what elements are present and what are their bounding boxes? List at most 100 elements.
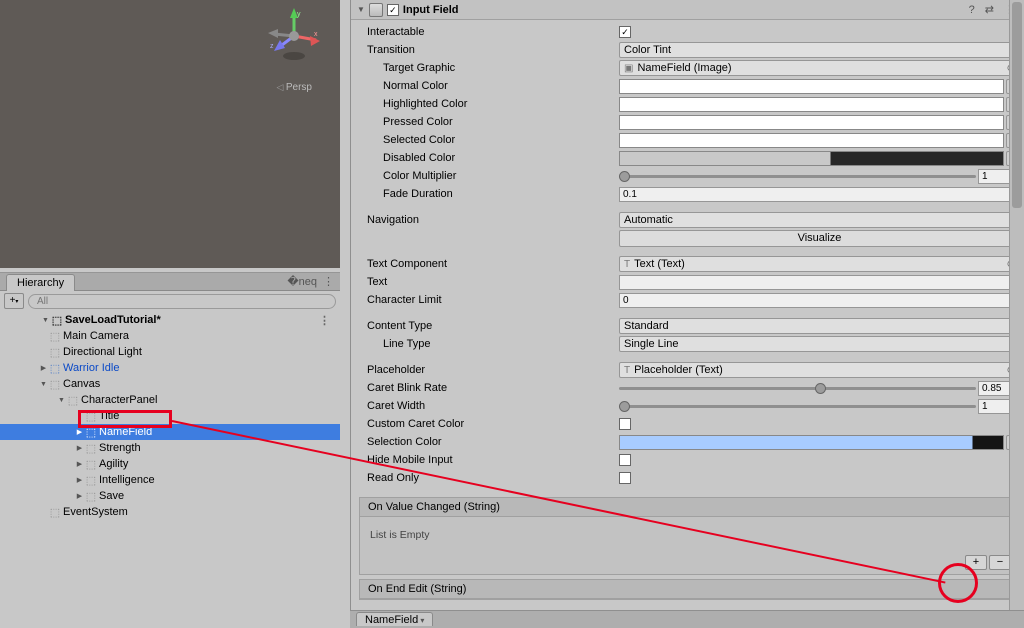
hierarchy-item-main-camera[interactable]: ⬚Main Camera	[0, 328, 340, 344]
cube-icon: ⬚	[49, 506, 61, 519]
char-limit-field[interactable]	[619, 293, 1020, 308]
selection-color-swatch[interactable]	[619, 435, 1004, 450]
scene-icon: ⬚	[51, 314, 63, 327]
label-transition: Transition	[359, 44, 619, 56]
text-field[interactable]	[619, 275, 1020, 290]
disabled-color-swatch[interactable]	[619, 151, 1004, 166]
label-text: Text	[359, 276, 619, 288]
cube-icon: ⬚	[85, 490, 97, 503]
bottom-tabbar: NameField	[350, 610, 1024, 628]
custom-caret-checkbox[interactable]	[619, 418, 631, 430]
component-header[interactable]: ▼ ✓ Input Field ? ⇄ ⋮	[351, 0, 1024, 20]
placeholder-field[interactable]: TPlaceholder (Text)⊙	[619, 362, 1020, 378]
hierarchy-item-eventsystem[interactable]: ⬚EventSystem	[0, 504, 340, 520]
event-header: On End Edit (String)	[360, 580, 1015, 599]
image-icon: ▣	[624, 63, 633, 74]
read-only-checkbox[interactable]	[619, 472, 631, 484]
navigation-dropdown[interactable]: Automatic▼	[619, 212, 1020, 228]
label-caret-width: Caret Width	[359, 400, 619, 412]
text-icon: T	[624, 365, 630, 376]
hierarchy-item-namefield[interactable]: ▶⬚NameField	[0, 424, 340, 440]
hide-mobile-checkbox[interactable]	[619, 454, 631, 466]
target-graphic-field[interactable]: ▣NameField (Image)⊙	[619, 60, 1020, 76]
persp-label[interactable]: Persp	[276, 82, 312, 93]
inspector-panel: ▼ ✓ Input Field ? ⇄ ⋮ Interactable ✓ Tra…	[350, 0, 1024, 618]
transition-dropdown[interactable]: Color Tint▼	[619, 42, 1020, 58]
label-normal-color: Normal Color	[359, 80, 619, 92]
label-content-type: Content Type	[359, 320, 619, 332]
fade-duration-field[interactable]	[619, 187, 1020, 202]
panel-lock-icon[interactable]: �neq	[287, 275, 317, 288]
scene-view[interactable]: y x z Persp	[0, 0, 340, 268]
cube-icon: ⬚	[85, 426, 97, 439]
label-custom-caret: Custom Caret Color	[359, 418, 619, 430]
hierarchy-tab[interactable]: Hierarchy	[6, 274, 75, 291]
event-body: List is Empty	[360, 517, 1015, 553]
line-type-dropdown[interactable]: Single Line▼	[619, 336, 1020, 352]
hierarchy-item-character-panel[interactable]: ▼⬚CharacterPanel	[0, 392, 340, 408]
label-text-component: Text Component	[359, 258, 619, 270]
cube-icon: ⬚	[85, 410, 97, 423]
panel-menu-icon[interactable]: ⋮	[323, 275, 334, 288]
scene-row[interactable]: ▼⬚ SaveLoadTutorial* ⋮	[0, 312, 340, 328]
caret-blink-slider[interactable]	[619, 380, 976, 396]
preset-icon[interactable]: ⇄	[982, 3, 997, 16]
label-char-limit: Character Limit	[359, 294, 619, 306]
create-button[interactable]: +▾	[4, 293, 24, 309]
text-component-field[interactable]: TText (Text)⊙	[619, 256, 1020, 272]
event-add-button[interactable]: +	[965, 555, 987, 570]
content-type-dropdown[interactable]: Standard▼	[619, 318, 1020, 334]
hierarchy-item-title[interactable]: ⬚Title	[0, 408, 340, 424]
interactable-checkbox[interactable]: ✓	[619, 26, 631, 38]
help-icon[interactable]: ?	[966, 4, 978, 16]
caret-width-slider[interactable]	[619, 398, 976, 414]
hierarchy-item-intelligence[interactable]: ▶⬚Intelligence	[0, 472, 340, 488]
script-icon	[369, 3, 383, 17]
event-header: On Value Changed (String)	[360, 498, 1015, 517]
svg-text:z: z	[270, 43, 274, 50]
hierarchy-panel: Hierarchy �neq ⋮ +▾ ▼⬚ SaveLoadTutorial*…	[0, 272, 340, 628]
pressed-color-swatch[interactable]	[619, 115, 1004, 130]
normal-color-swatch[interactable]	[619, 79, 1004, 94]
hierarchy-item-strength[interactable]: ▶⬚Strength	[0, 440, 340, 456]
cube-icon: ⬚	[49, 346, 61, 359]
orientation-gizmo[interactable]: y x z	[264, 6, 324, 66]
label-selected-color: Selected Color	[359, 134, 619, 146]
hierarchy-item-canvas[interactable]: ▼⬚Canvas	[0, 376, 340, 392]
svg-text:y: y	[297, 11, 301, 18]
inspector-scrollbar[interactable]	[1009, 0, 1024, 618]
cube-icon: ⬚	[67, 394, 79, 407]
bottom-tab-namefield[interactable]: NameField	[356, 612, 433, 626]
cube-icon: ⬚	[49, 362, 61, 375]
scene-menu-icon[interactable]: ⋮	[319, 314, 330, 327]
hierarchy-item-agility[interactable]: ▶⬚Agility	[0, 456, 340, 472]
hierarchy-item-save[interactable]: ▶⬚Save	[0, 488, 340, 504]
on-value-changed-box: On Value Changed (String) List is Empty …	[359, 497, 1016, 575]
hierarchy-tree: ▼⬚ SaveLoadTutorial* ⋮ ⬚Main Camera ⬚Dir…	[0, 311, 340, 520]
label-navigation: Navigation	[359, 214, 619, 226]
visualize-button[interactable]: Visualize	[619, 230, 1020, 247]
hierarchy-item-warrior-idle[interactable]: ▶⬚Warrior Idle	[0, 360, 340, 376]
cube-icon: ⬚	[85, 474, 97, 487]
on-end-edit-box: On End Edit (String)	[359, 579, 1016, 600]
hierarchy-search-input[interactable]	[28, 294, 336, 309]
label-highlighted-color: Highlighted Color	[359, 98, 619, 110]
label-read-only: Read Only	[359, 472, 619, 484]
label-fade-duration: Fade Duration	[359, 188, 619, 200]
label-target-graphic: Target Graphic	[359, 62, 619, 74]
hierarchy-tabbar: Hierarchy �neq ⋮	[0, 273, 340, 291]
cube-icon: ⬚	[49, 378, 61, 391]
svg-text:x: x	[314, 31, 318, 38]
label-disabled-color: Disabled Color	[359, 152, 619, 164]
label-interactable: Interactable	[359, 26, 619, 38]
cube-icon: ⬚	[49, 330, 61, 343]
color-multiplier-slider[interactable]	[619, 168, 976, 184]
hierarchy-item-directional-light[interactable]: ⬚Directional Light	[0, 344, 340, 360]
component-enabled-checkbox[interactable]: ✓	[387, 4, 399, 16]
selected-color-swatch[interactable]	[619, 133, 1004, 148]
event-remove-button[interactable]: −	[989, 555, 1011, 570]
highlighted-color-swatch[interactable]	[619, 97, 1004, 112]
fold-icon[interactable]: ▼	[357, 5, 365, 14]
label-caret-blink: Caret Blink Rate	[359, 382, 619, 394]
text-icon: T	[624, 259, 630, 270]
